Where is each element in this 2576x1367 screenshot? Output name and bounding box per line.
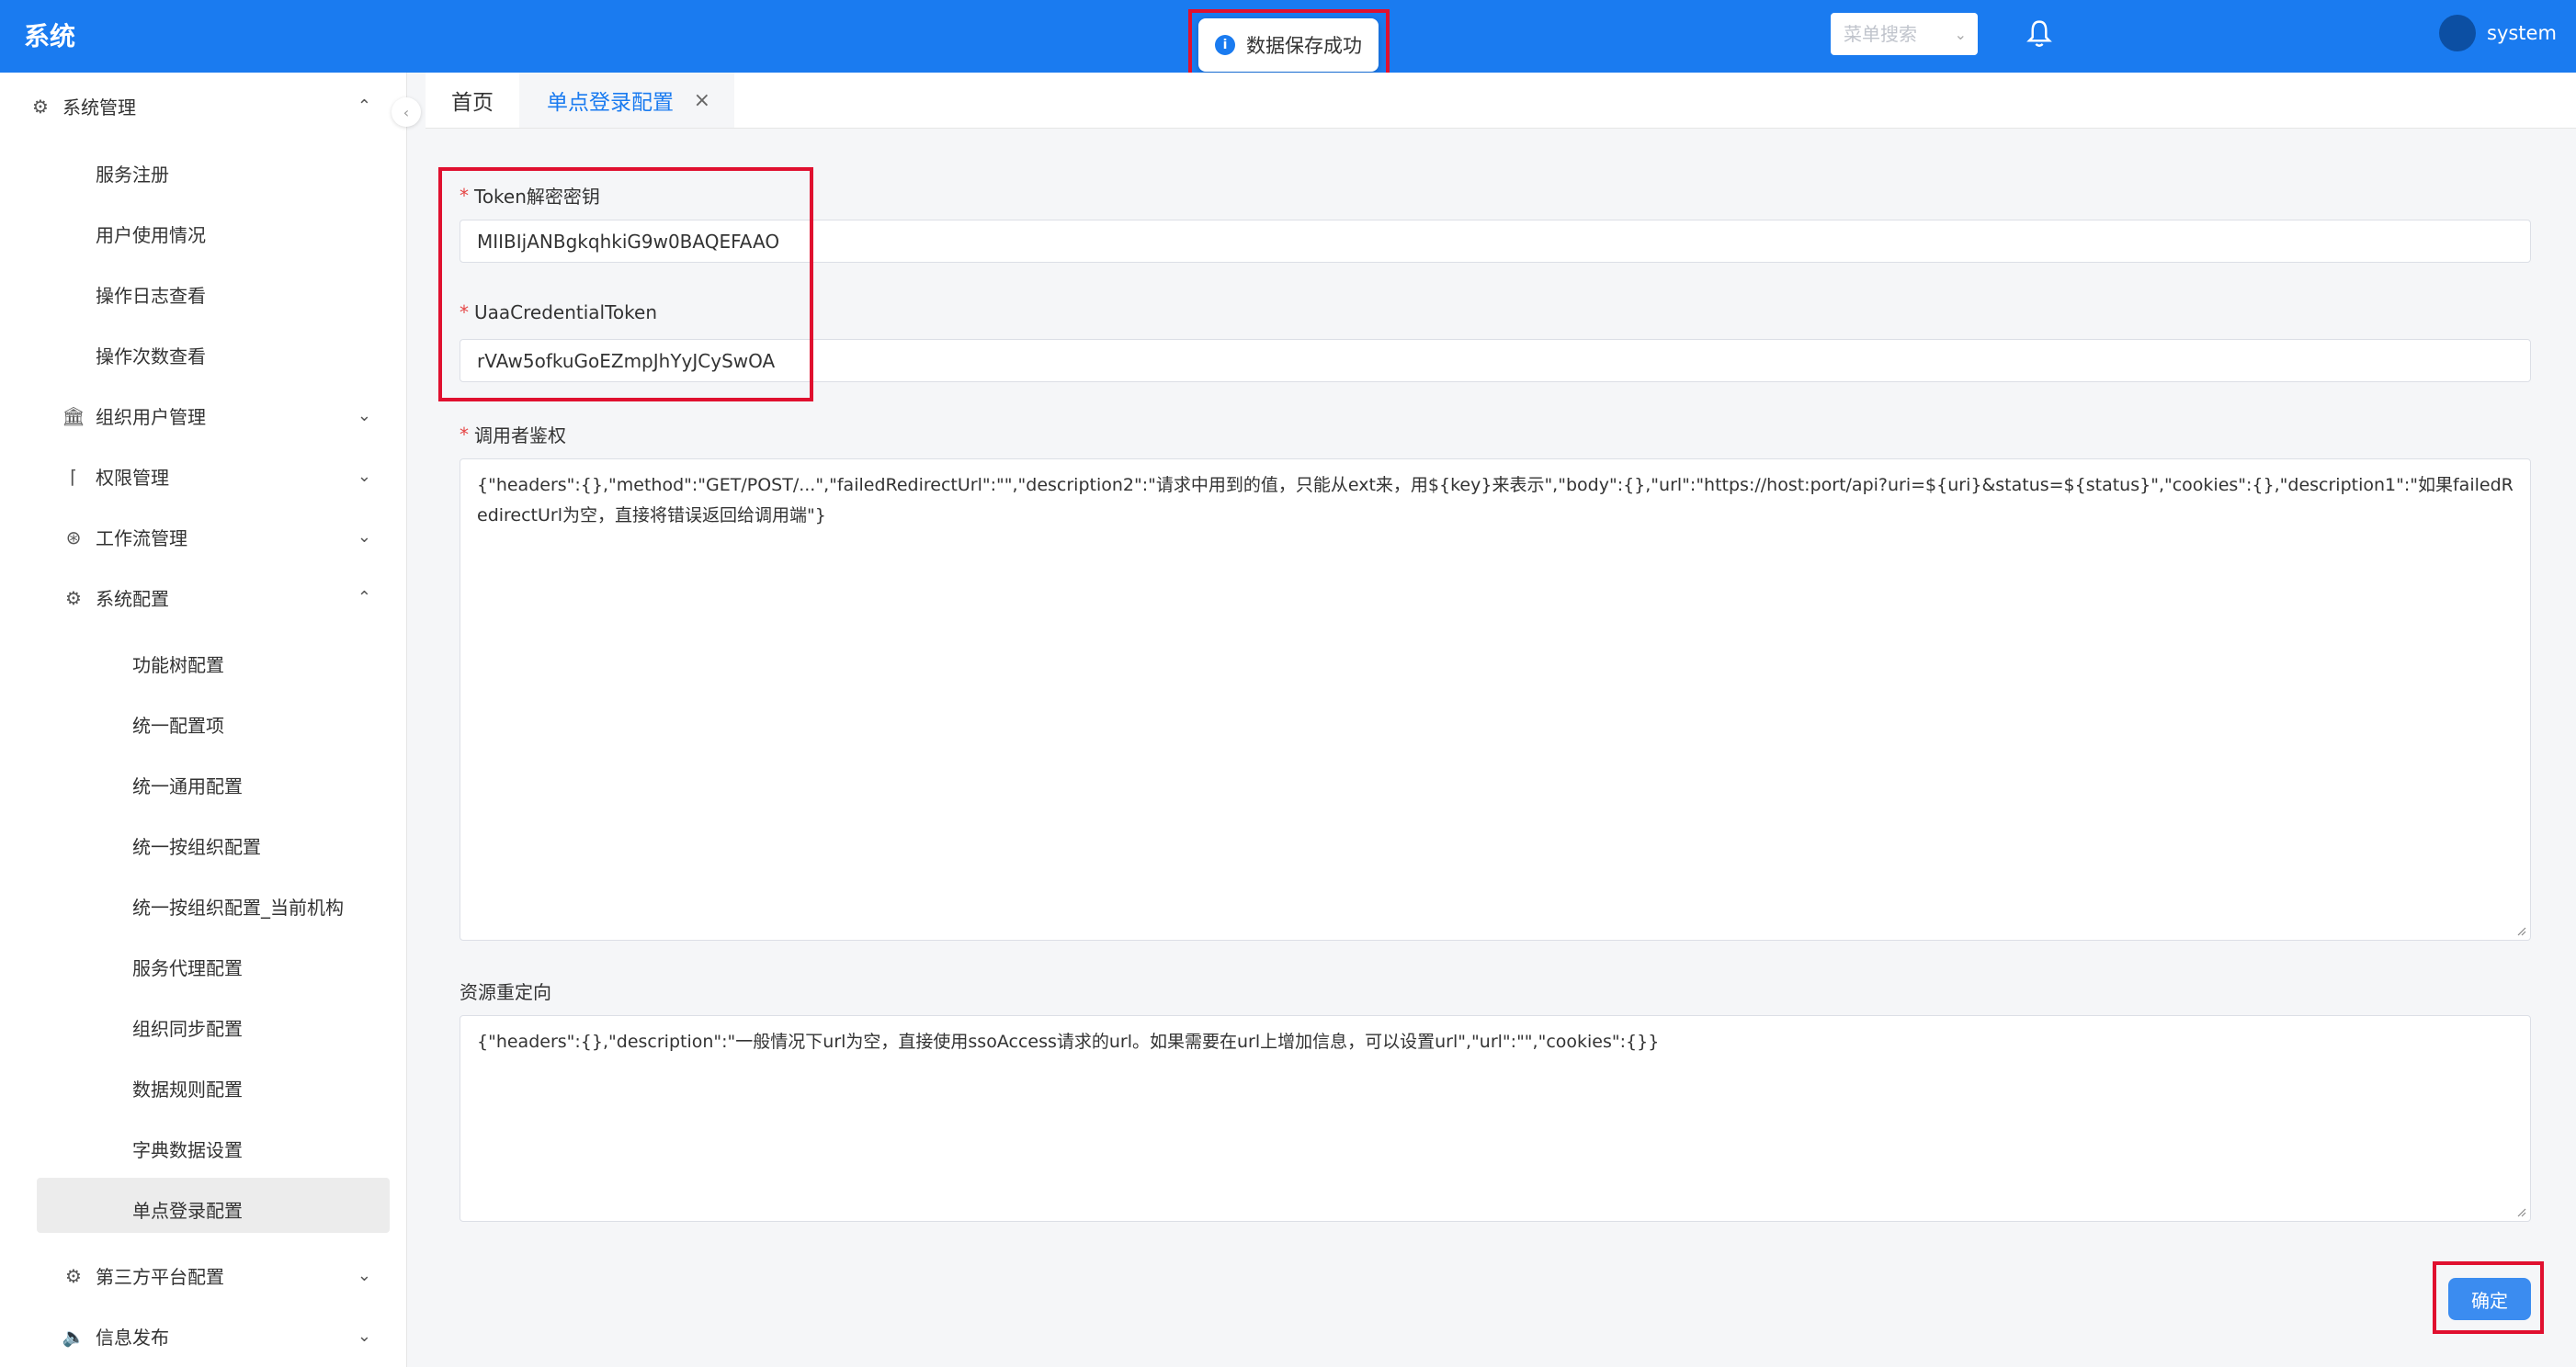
required-mark: * [460,423,469,446]
info-icon: i [1215,35,1235,55]
sidebar-item-label: 统一按组织配置 [132,836,261,858]
menu-search[interactable]: ⌄ [1831,13,1978,55]
redirect-label-text: 资源重定向 [460,981,551,1003]
sidebar-item-org-sync[interactable]: 组织同步配置 [132,1014,243,1041]
sidebar-item-org-config[interactable]: 统一按组织配置 [132,832,261,859]
sidebar-item-general-config[interactable]: 统一通用配置 [132,772,243,798]
chevron-down-icon: ⌄ [357,467,371,486]
sidebar-item-label: 统一通用配置 [132,775,243,797]
chevron-down-icon: ⌄ [357,1266,371,1285]
sidebar-item-label: 组织同步配置 [132,1018,243,1040]
redirect-text: {"headers":{},"description":"一般情况下url为空，… [477,1032,1660,1052]
sidebar-section-workflow[interactable]: ⊛ 工作流管理 ⌄ [62,524,406,550]
app-brand: 系统 [24,21,76,51]
resize-handle-icon[interactable] [2515,1206,2526,1217]
sidebar-item-label: 单点登录配置 [132,1200,243,1222]
sidebar-item-label: 操作次数查看 [96,345,206,367]
sidebar-item-label: 字典数据设置 [132,1139,243,1161]
sidebar-item-data-rules[interactable]: 数据规则配置 [132,1075,243,1102]
chevron-down-icon[interactable]: ⌄ [1955,26,1967,43]
gear-icon: ⚙ [65,586,82,609]
resize-handle-icon[interactable] [2515,925,2526,936]
sidebar-item-service-registry[interactable]: 服务注册 [96,160,169,186]
confirm-button[interactable]: 确定 [2448,1278,2531,1320]
bank-icon: 🏛 [62,404,85,427]
flow-icon: ⊛ [65,525,82,548]
close-icon[interactable]: × [694,89,710,112]
sidebar-section-label: 工作流管理 [96,527,187,549]
chevron-up-icon: ⌃ [357,96,371,116]
sidebar-item-label: 统一按组织配置_当前机构 [132,897,344,919]
sidebar-item-proxy-config[interactable]: 服务代理配置 [132,954,243,980]
sidebar-section-permissions[interactable]: ⌈ 权限管理 ⌄ [62,463,406,490]
chevron-down-icon: ⌄ [357,406,371,425]
toast-message: 数据保存成功 [1246,35,1362,57]
sidebar-section-label: 系统管理 [62,96,136,119]
chevron-up-icon: ⌃ [357,588,371,607]
username[interactable]: system [2487,22,2557,44]
tab-sso-config[interactable]: 单点登录配置 × [519,73,734,128]
required-mark: * [460,184,469,207]
caller-auth-label-text: 调用者鉴权 [474,424,566,446]
tab-bar: 首页 单点登录配置 × [426,73,2576,129]
sidebar-section-org-users[interactable]: 🏛 组织用户管理 ⌄ [62,402,406,429]
caller-auth-textarea[interactable]: {"headers":{},"method":"GET/POST/...","f… [460,458,2531,941]
sidebar-section-publishing[interactable]: 🔈 信息发布 ⌄ [62,1323,406,1350]
sidebar-item-label: 功能树配置 [132,654,224,676]
token-key-label: * Token解密密钥 [460,182,600,209]
sidebar-section-label: 信息发布 [96,1327,169,1349]
menu-search-input[interactable] [1842,22,1946,46]
uaa-token-label: * UaaCredentialToken [460,301,657,323]
sidebar-item-label: 服务注册 [96,164,169,186]
sidebar-section-third-party[interactable]: ⚙ 第三方平台配置 ⌄ [62,1262,406,1289]
token-key-input[interactable]: MIIBIjANBgkqhkiG9w0BAQEFAAO [460,220,2531,263]
uaa-token-input[interactable]: rVAw5ofkuGoEZmpJhYyJCySwOA [460,339,2531,382]
sidebar-item-op-log[interactable]: 操作日志查看 [96,281,206,308]
tab-home[interactable]: 首页 [426,73,519,128]
caller-auth-label: * 调用者鉴权 [460,421,566,447]
gear-icon: ⚙ [65,1264,82,1287]
sidebar-item-org-config-current[interactable]: 统一按组织配置_当前机构 [132,893,344,920]
sidebar-collapse-button[interactable]: ‹ [392,97,421,127]
sidebar-item-op-count[interactable]: 操作次数查看 [96,342,206,368]
sidebar-item-dictionary[interactable]: 字典数据设置 [132,1135,243,1162]
sidebar-section-label: 权限管理 [96,467,169,489]
sidebar-item-label: 操作日志查看 [96,285,206,307]
sidebar: ⚙ 系统管理 ⌃ 服务注册 用户使用情况 操作日志查看 操作次数查看 🏛 组织用… [0,73,407,1367]
success-toast: i 数据保存成功 [1198,18,1379,72]
sidebar-item-unified-config[interactable]: 统一配置项 [132,711,224,738]
redirect-label: 资源重定向 [460,977,551,1004]
speaker-icon: 🔈 [62,1325,85,1348]
gear-icon: ⚙ [32,95,49,118]
sidebar-item-label: 统一配置项 [132,715,224,737]
sidebar-section-system-mgmt[interactable]: ⚙ 系统管理 ⌃ [29,93,406,119]
caller-auth-text: {"headers":{},"method":"GET/POST/...","f… [477,475,2514,525]
sidebar-section-label: 组织用户管理 [96,406,206,428]
redirect-textarea[interactable]: {"headers":{},"description":"一般情况下url为空，… [460,1015,2531,1222]
chevron-down-icon: ⌄ [357,1327,371,1346]
required-mark: * [460,301,469,323]
sidebar-item-function-tree[interactable]: 功能树配置 [132,650,224,677]
sidebar-item-label: 用户使用情况 [96,224,206,246]
tab-label: 单点登录配置 [547,91,674,115]
sidebar-section-label: 第三方平台配置 [96,1266,224,1288]
avatar[interactable] [2439,15,2476,51]
sidebar-section-system-config[interactable]: ⚙ 系统配置 ⌃ [62,584,406,611]
sidebar-item-label: 服务代理配置 [132,957,243,979]
bell-icon[interactable] [2026,18,2053,50]
sidebar-item-sso-config[interactable]: 单点登录配置 [132,1196,243,1223]
token-key-label-text: Token解密密钥 [474,186,600,208]
chevron-down-icon: ⌄ [357,527,371,547]
user-icon: ⌈ [70,465,77,488]
sidebar-item-user-usage[interactable]: 用户使用情况 [96,220,206,247]
sidebar-item-label: 数据规则配置 [132,1079,243,1101]
sidebar-section-label: 系统配置 [96,588,169,610]
uaa-token-label-text: UaaCredentialToken [474,301,657,323]
tab-label: 首页 [451,91,494,115]
